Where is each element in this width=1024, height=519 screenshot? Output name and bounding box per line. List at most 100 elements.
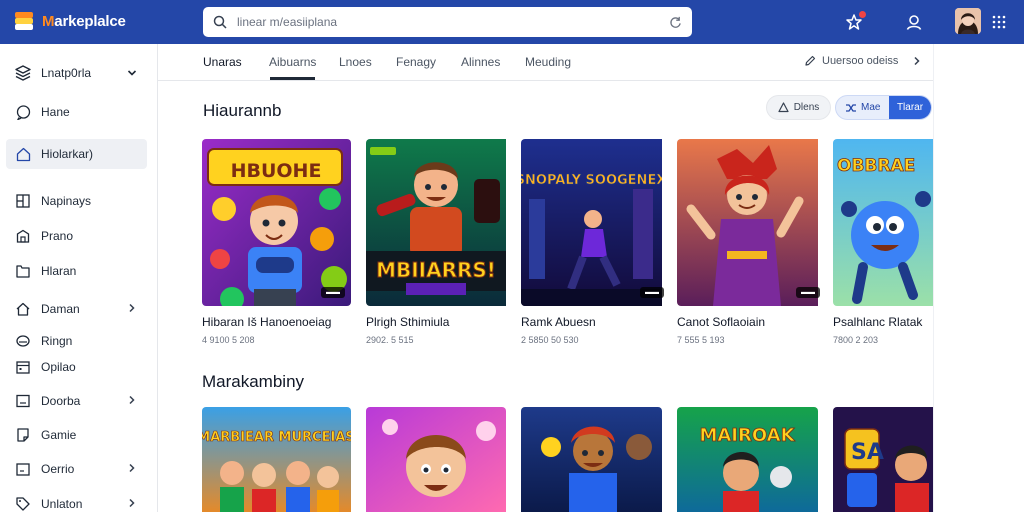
game-cover-art [521,407,662,512]
refresh-icon[interactable] [669,16,682,29]
game-card[interactable]: SA [833,407,933,512]
sidebar-item-gamie[interactable]: Gamie [6,420,147,450]
chevron-right-icon[interactable] [127,303,137,313]
chevron-right-icon[interactable] [127,463,137,473]
section-title-featured: Hiaurannb [203,101,282,120]
notification-icon[interactable] [843,10,867,33]
home-icon [15,146,31,162]
tabs-more[interactable]: Uuersoo odeiss [804,55,922,67]
game-card[interactable]: OBBRAE [833,139,933,306]
game-card[interactable]: MARBIEAR MURCEIAS [202,407,351,512]
sidebar-item-label: Hiolarkar) [41,147,94,161]
sidebar-item-home[interactable]: Hane [6,97,147,127]
calendar-icon [15,359,31,375]
card-art-title: MARBIEAR MURCEIAS [202,430,351,445]
sidebar: Lnatp0rla Hane Hiolarkar) Napinays Prano… [0,44,158,512]
sidebar-item-label: Gamie [41,428,77,442]
user-icon[interactable] [903,11,925,33]
card-title[interactable]: Psalhlanc Rlatak [833,315,933,329]
card-badge: ▬▬ [640,287,664,298]
sidebar-item-label: Lnatp0rla [41,66,92,80]
search-bar[interactable] [203,7,692,37]
filter-button-label: Dlens [793,102,820,113]
card-art-title: OBBRAE [837,156,915,176]
card-art-title: HBUOHE [231,160,322,182]
apps-grid-icon[interactable] [988,11,1010,33]
pencil-icon [805,55,816,66]
game-card[interactable] [521,407,662,512]
sidebar-item-oerrio[interactable]: Oerrio [6,454,147,484]
card-meta: 2902. 5 515 [366,335,414,345]
card-title[interactable]: Hibaran Iš Hanoenoeiag [202,315,331,329]
game-card[interactable]: MAIROAK [677,407,818,512]
grid-icon [15,193,31,209]
folder-icon [15,263,31,279]
view-toggle[interactable]: Mae Tlarar [835,95,932,120]
card-badge: ▬▬ [796,287,820,298]
game-cover-art [677,139,818,306]
sidebar-item-daman[interactable]: Daman [6,294,147,324]
sidebar-item-napinays[interactable]: Napinays [6,186,147,216]
game-cover-art: MAIROAK [677,407,818,512]
game-cover-art: SNOPALY SOOGENEX [521,139,662,306]
app-logo[interactable]: Markeplalce [14,11,126,31]
sidebar-item-doorba[interactable]: Doorba [6,386,147,416]
game-card[interactable] [366,407,506,512]
game-cover-art: HBUOHE [202,139,351,306]
category-tabs: Unaras Aibuarns Lnoes Fenagy Alinnes Meu… [158,44,933,81]
view-toggle-option-a[interactable]: Mae [836,102,889,114]
game-cover-art [366,407,506,512]
sidebar-item-label: Hlaran [41,264,77,278]
card-title[interactable]: Canot Soflaoiain [677,315,765,329]
tab-lnoes[interactable]: Lnoes [339,55,372,69]
shuffle-icon [846,103,856,112]
sidebar-item-prano[interactable]: Prano [6,221,147,251]
tab-unaras[interactable]: Unaras [203,55,242,69]
game-card[interactable]: HBUOHE ▬▬ [202,139,351,306]
card-meta: 2 5850 50 530 [521,335,579,345]
search-icon [213,15,227,29]
view-toggle-option-b[interactable]: Tlarar [889,96,931,119]
disc-icon [15,333,31,349]
game-card[interactable]: SNOPALY SOOGENEX ▬▬ [521,139,670,306]
game-cover-art: OBBRAE [833,139,933,306]
sidebar-item-unlaton[interactable]: Unlaton [6,489,147,519]
filter-icon [778,102,789,113]
sidebar-item-workspace[interactable]: Lnatp0rla [6,58,147,88]
card-meta: 7800 2 203 [833,335,879,345]
app-name: Markeplalce [42,12,126,30]
sidebar-item-opilao[interactable]: Opilao [6,352,147,382]
card-title[interactable]: Ramk Abuesn [521,315,596,329]
tab-fenagy[interactable]: Fenagy [396,55,436,69]
tab-meuding[interactable]: Meuding [525,55,571,69]
sidebar-item-label: Oerrio [41,462,75,476]
filter-button[interactable]: Dlens [766,95,831,120]
chevron-right-icon[interactable] [127,395,137,405]
game-card[interactable]: MBIIARRS! [366,139,515,306]
chevron-right-icon[interactable] [127,498,137,508]
stack-icon [15,65,31,81]
card-art-title: MAIROAK [699,425,795,446]
search-input[interactable] [237,15,669,29]
section-title-marketplace: Marakambiny [202,372,305,391]
layers-logo-icon [14,11,34,31]
game-cover-art: MBIIARRS! [366,139,506,306]
chevron-right-icon [914,56,920,66]
card-title[interactable]: Plrigh Sthimiula [366,315,449,329]
sidebar-item-marketplace[interactable]: Hiolarkar) [6,139,147,169]
chat-icon [15,104,31,120]
view-toggle-option-a-label: Mae [861,102,881,113]
card-art-title: SNOPALY SOOGENEX [521,173,662,188]
sidebar-item-hlaran[interactable]: Hlaran [6,256,147,286]
right-panel [933,44,1024,512]
chevron-down-icon[interactable] [127,68,137,78]
tab-alinnes[interactable]: Alinnes [461,55,500,69]
game-card[interactable]: ▬▬ [677,139,826,306]
building-icon [15,228,31,244]
tab-aibuarns[interactable]: Aibuarns [269,55,316,69]
sidebar-item-label: Unlaton [41,497,83,511]
window-icon [15,393,31,409]
view-toggle-option-b-label: Tlarar [896,102,924,113]
sidebar-item-label: Ringn [41,334,73,348]
avatar[interactable] [955,8,981,34]
